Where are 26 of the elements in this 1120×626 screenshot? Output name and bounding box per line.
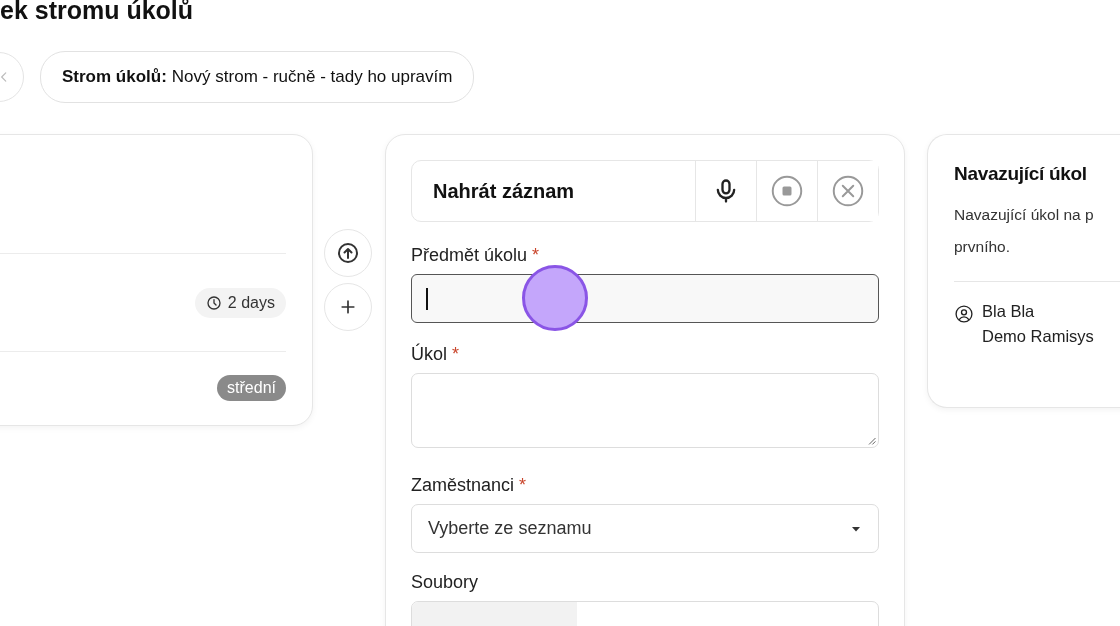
person-name: Bla Bla [982,302,1036,321]
upload-button[interactable] [324,229,372,277]
field-label: Soubory [411,571,479,593]
close-button[interactable] [817,161,878,221]
required-mark: * [452,344,460,364]
card-title: Navazující úkol [954,162,1088,186]
card-description: Navazující úkol na p prvního. [954,199,1120,282]
add-button[interactable] [324,283,372,331]
close-icon [830,173,866,209]
field-label: Předmět úkolu * [411,244,540,266]
user-circle-icon [954,304,974,324]
required-mark: * [532,245,540,265]
clock-icon [205,294,222,311]
duration-text: 2 days [227,293,275,312]
company-name: Demo Ramisys [982,327,1094,346]
arrow-up-circle-icon [336,241,360,265]
chip-label: Strom úkolů: [62,67,167,87]
chip-value: Nový strom - ručně - tady ho upravím [171,67,453,87]
priority-badge: střední [217,375,286,401]
employee-dropdown[interactable]: Vyberte ze seznamu [411,504,879,553]
field-label: Úkol * [411,343,460,365]
stop-icon [769,173,805,209]
recorder-label: Nahrát záznam [432,178,576,204]
required-mark: * [519,475,527,495]
field-label: Zaměstnanci * [411,474,527,496]
resize-handle-icon [866,435,876,445]
